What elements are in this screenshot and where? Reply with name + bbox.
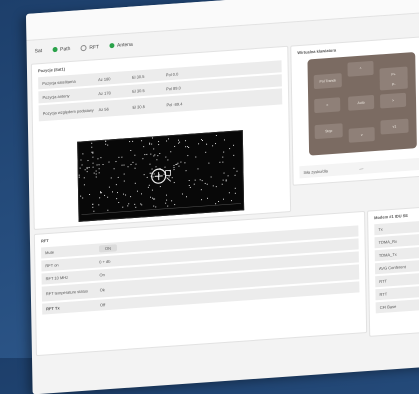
modem-row: TDMA_Rx <box>374 232 419 248</box>
app-window: Sat Path RFT Antena Pozycje (Sat1) Pozyc… <box>26 0 419 394</box>
satellite-icon <box>78 131 243 221</box>
modem-row: RTT <box>375 285 419 301</box>
modem-panel: Modem #1 IDU SE Tx TDMA_Rx TDMA_Tx AVG C… <box>367 205 419 337</box>
rft-panel: RFT MuteON RFT on0 + db RFT 10 MHzOn RFT… <box>34 211 367 356</box>
speed-select[interactable]: — <box>359 165 363 170</box>
up-button[interactable]: ^ <box>347 61 373 77</box>
positions-panel: Pozycje (Sat1) Pozycja satelitarna Az 18… <box>31 46 291 230</box>
virtual-keypad: Pol Tranck ^ P+ < Auto > P- Stop v v1 <box>307 52 416 156</box>
v1-button[interactable]: v1 <box>380 119 408 135</box>
modem-row: AVG Conferent <box>375 259 419 275</box>
status-rft: RFT <box>80 44 99 52</box>
pol-track-button[interactable]: Pol Tranck <box>314 73 342 89</box>
down-button[interactable]: v <box>349 127 375 143</box>
rft-stepper[interactable]: 0 + db <box>99 259 110 265</box>
pol-minus-button[interactable]: P- <box>380 79 408 91</box>
keyboard-panel: Wirtualna klawiatura Pol Tranck ^ P+ < A… <box>290 35 419 186</box>
modem-row: CFI Base <box>376 298 419 314</box>
speed-row: Siła zysku/dla — <box>299 157 419 179</box>
modem-row: RTT <box>375 272 419 288</box>
status-off-icon <box>80 45 86 51</box>
status-sat: Sat <box>35 48 43 55</box>
status-on-icon <box>52 47 57 52</box>
mute-toggle[interactable]: ON <box>99 244 117 252</box>
auto-button[interactable]: Auto <box>348 95 374 111</box>
spectrum-display <box>77 130 244 222</box>
status-on-icon <box>109 43 114 48</box>
status-path: Path <box>52 46 70 53</box>
right-button[interactable]: > <box>380 93 406 109</box>
left-button[interactable]: < <box>314 97 340 113</box>
status-antena: Antena <box>109 42 133 50</box>
stop-button[interactable]: Stop <box>315 123 343 139</box>
modem-row: TDMA_Tx <box>375 246 419 262</box>
